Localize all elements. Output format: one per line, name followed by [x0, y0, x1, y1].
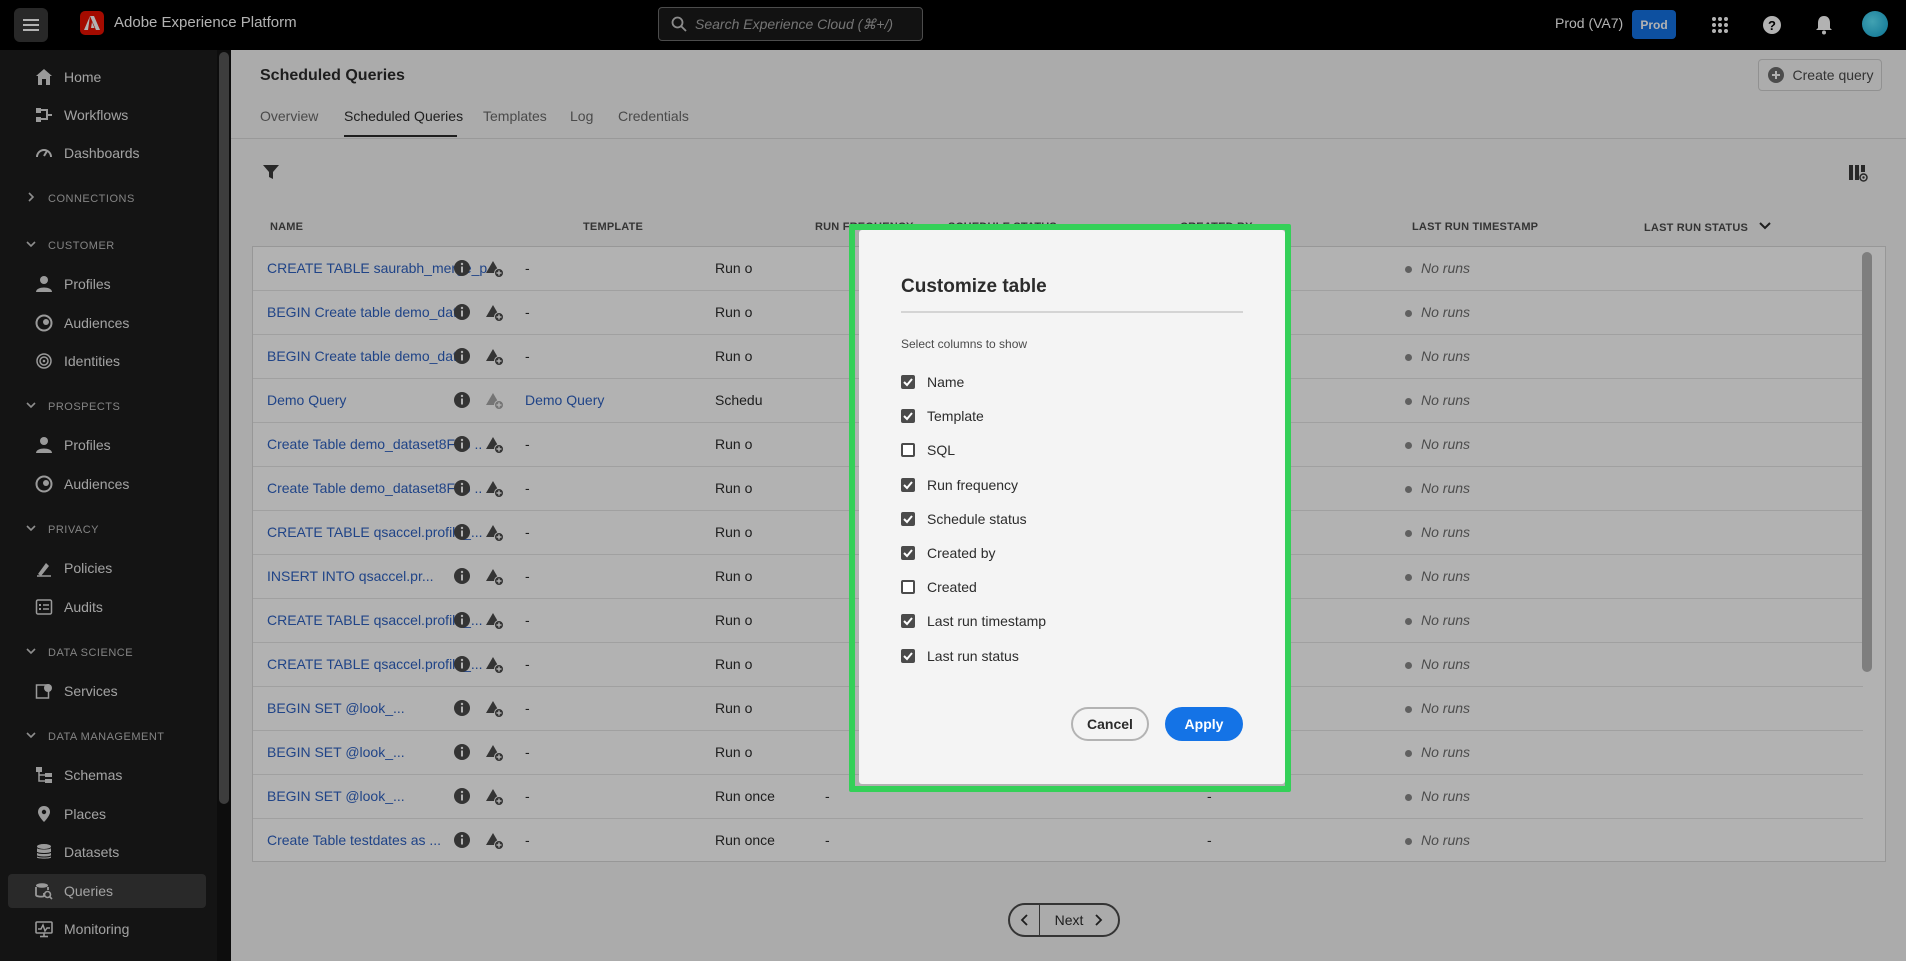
option-label: Last run timestamp [927, 613, 1047, 630]
customize-table-dialog: Customize table Select columns to show N… [859, 230, 1285, 784]
checkbox[interactable] [901, 375, 915, 389]
checkbox[interactable] [901, 546, 915, 560]
checkbox[interactable] [901, 409, 915, 424]
checkbox[interactable] [901, 511, 915, 526]
column-option-created[interactable]: Created [901, 579, 977, 595]
checkbox[interactable] [901, 580, 915, 595]
option-label: Created by [927, 545, 996, 561]
column-option-created-by[interactable]: Created by [901, 545, 995, 561]
option-label: Created [927, 579, 977, 596]
dialog-title: Customize table [901, 276, 1047, 297]
option-label: Schedule status [927, 510, 1027, 527]
dialog-divider [901, 311, 1243, 313]
checkbox[interactable] [901, 477, 915, 492]
column-option-last-run-timestamp[interactable]: Last run timestamp [901, 613, 1046, 629]
column-option-sql[interactable]: SQL [901, 442, 955, 458]
option-label: Last run status [927, 647, 1019, 664]
checkbox[interactable] [901, 614, 915, 629]
column-option-last-run-status[interactable]: Last run status [901, 648, 1019, 664]
cancel-button[interactable]: Cancel [1071, 707, 1149, 741]
option-label: Name [927, 374, 965, 390]
checkbox[interactable] [901, 648, 915, 663]
dialog-subtitle: Select columns to show [901, 337, 1028, 351]
option-label: Template [927, 408, 984, 425]
option-label: Run frequency [927, 476, 1019, 493]
apply-button[interactable]: Apply [1165, 707, 1243, 741]
column-option-name[interactable]: Name [901, 374, 964, 390]
column-option-run-frequency[interactable]: Run frequency [901, 477, 1018, 493]
checkbox[interactable] [901, 443, 915, 458]
column-option-template[interactable]: Template [901, 408, 984, 424]
option-label: SQL [927, 442, 956, 459]
column-option-schedule-status[interactable]: Schedule status [901, 511, 1027, 527]
